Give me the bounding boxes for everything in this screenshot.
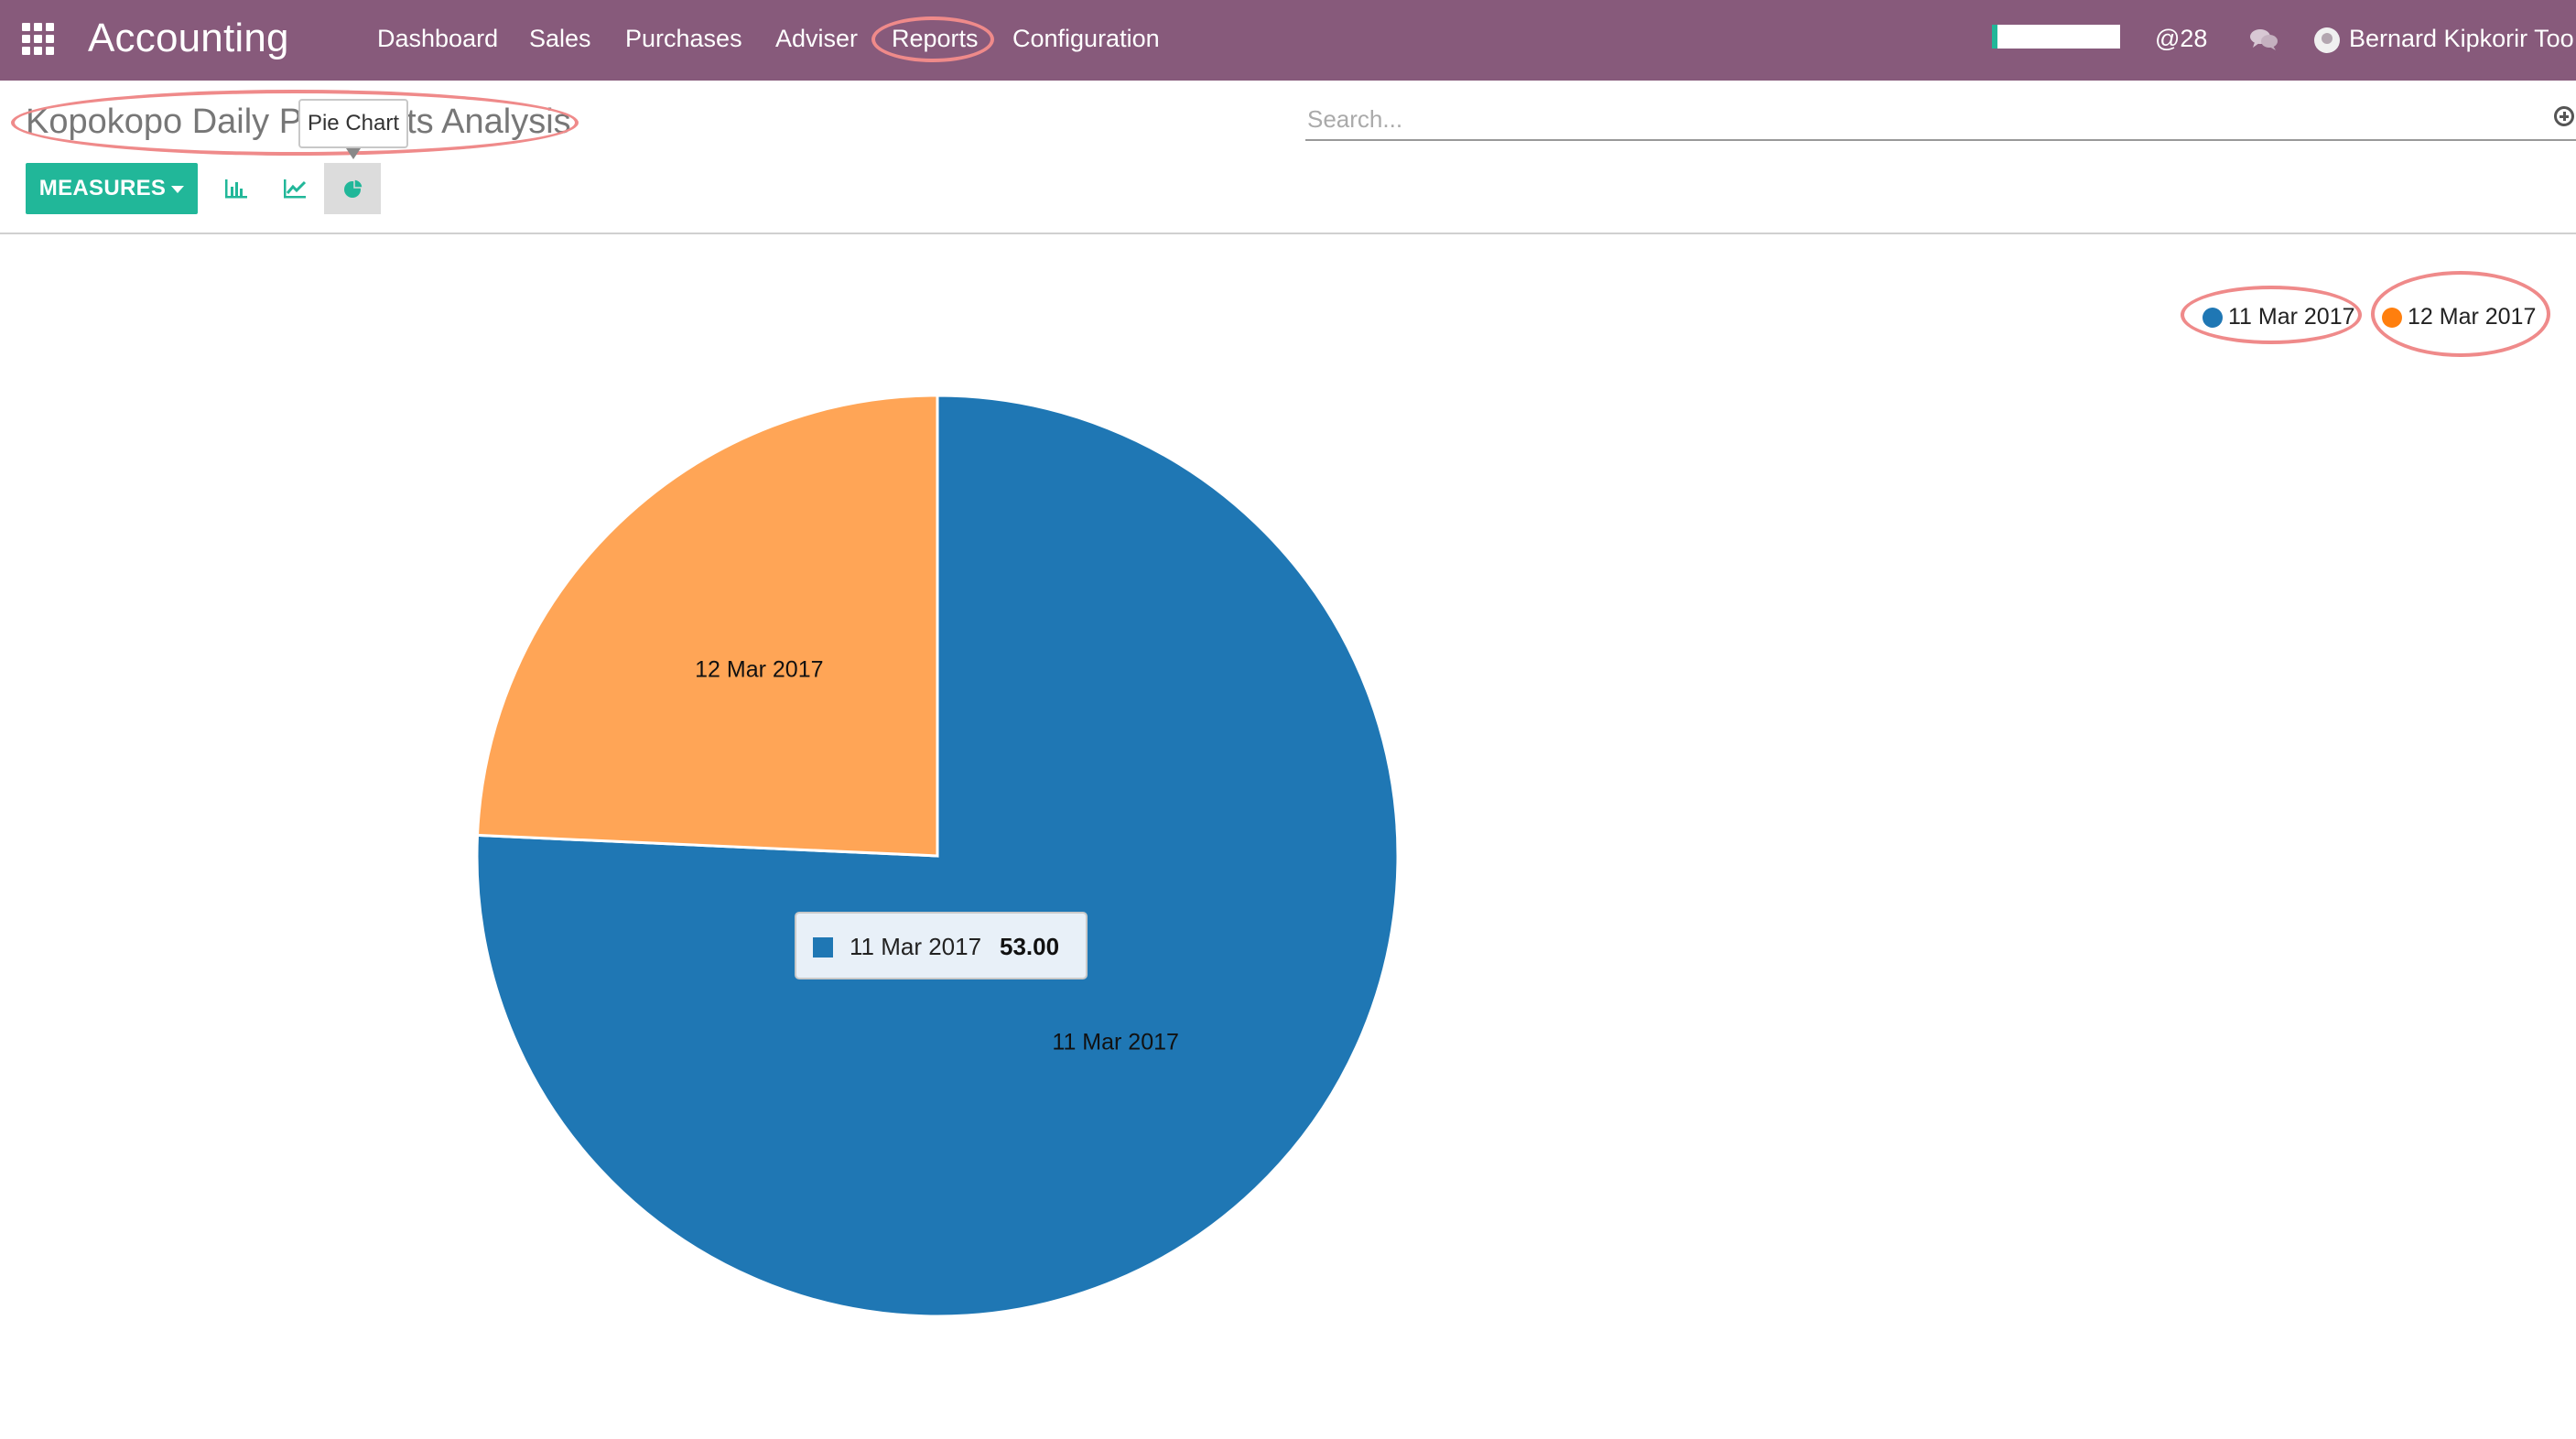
pie-slice-label-0: 11 Mar 2017 bbox=[1052, 1030, 1179, 1055]
tooltip-swatch bbox=[813, 937, 833, 958]
tooltip-value: 53.00 bbox=[1000, 933, 1060, 960]
tooltip-label: 11 Mar 2017 bbox=[850, 933, 982, 960]
pie-chart: 11 Mar 2017 12 Mar 2017 bbox=[475, 394, 1400, 1318]
pie-slice-label-1: 12 Mar 2017 bbox=[695, 656, 823, 682]
chart-data-tooltip: 11 Mar 2017 53.00 bbox=[795, 912, 1088, 979]
pie-slice-1[interactable] bbox=[475, 394, 939, 858]
